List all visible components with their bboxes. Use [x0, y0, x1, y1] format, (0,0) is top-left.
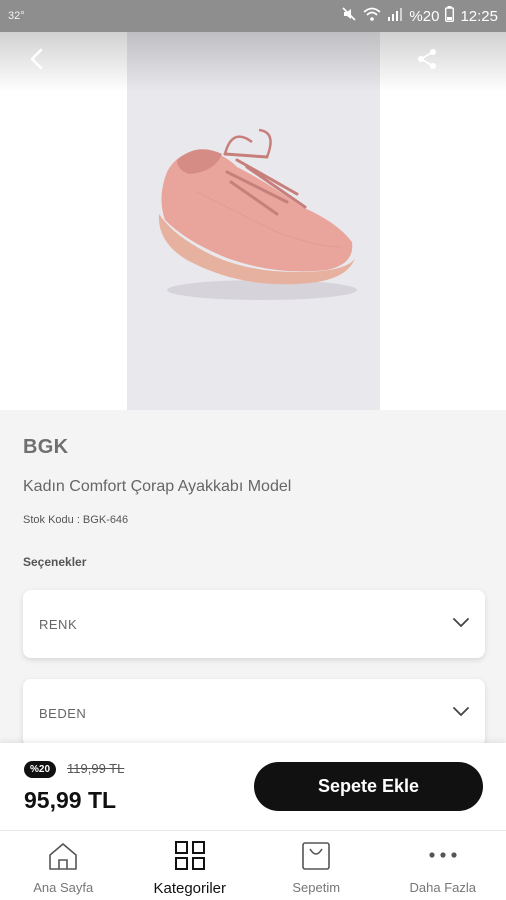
- battery-icon: [445, 6, 455, 26]
- signal-icon: [387, 7, 403, 25]
- tab-more[interactable]: Daha Fazla: [380, 831, 506, 900]
- battery-percent: %20: [409, 7, 440, 25]
- options-heading: Seçenekler: [23, 555, 87, 569]
- tab-more-label: Daha Fazla: [409, 880, 476, 895]
- tab-home[interactable]: Ana Sayfa: [0, 831, 127, 900]
- chevron-down-icon: [453, 704, 469, 722]
- share-icon: [416, 48, 438, 75]
- share-button[interactable]: [412, 46, 442, 76]
- current-price: 95,99 TL: [24, 787, 117, 813]
- tab-cart[interactable]: Sepetim: [253, 831, 380, 900]
- color-select[interactable]: RENK: [23, 590, 485, 658]
- stock-code: Stok Kodu : BGK-646: [23, 514, 129, 526]
- status-icons: %20 12:25: [341, 6, 498, 26]
- size-select[interactable]: BEDEN: [23, 679, 485, 747]
- tab-cart-label: Sepetim: [292, 880, 341, 895]
- tab-categories-label: Kategoriler: [153, 880, 227, 897]
- bag-icon: [300, 841, 332, 876]
- back-button[interactable]: [22, 46, 52, 76]
- color-select-label: RENK: [39, 616, 78, 632]
- add-to-cart-button[interactable]: Sepete Ekle: [254, 762, 483, 811]
- tab-home-label: Ana Sayfa: [33, 880, 94, 895]
- chevron-left-icon: [29, 48, 45, 75]
- chevron-down-icon: [453, 615, 469, 633]
- wifi-icon: [363, 6, 382, 26]
- size-select-label: BEDEN: [39, 705, 87, 721]
- grid-icon: [174, 841, 206, 876]
- clock: 12:25: [460, 7, 498, 25]
- home-icon: [47, 841, 79, 876]
- tab-categories[interactable]: Kategoriler: [127, 831, 254, 900]
- purchase-bar: %20 119,99 TL 95,99 TL Sepete Ekle: [0, 743, 506, 830]
- old-price: 119,99 TL: [67, 761, 125, 776]
- bottom-tab-bar: Ana Sayfa Kategoriler Sepetim Daha Fazla: [0, 830, 506, 900]
- status-bar: 32° %20 12:25: [0, 0, 506, 32]
- temperature-text: 32°: [8, 10, 25, 22]
- product-brand: BGK: [23, 436, 69, 458]
- more-icon: [427, 841, 459, 876]
- product-image-area: [0, 32, 506, 410]
- mute-icon: [341, 6, 357, 26]
- discount-badge: %20: [24, 761, 57, 778]
- product-title: Kadın Comfort Çorap Ayakkabı Model: [23, 478, 292, 495]
